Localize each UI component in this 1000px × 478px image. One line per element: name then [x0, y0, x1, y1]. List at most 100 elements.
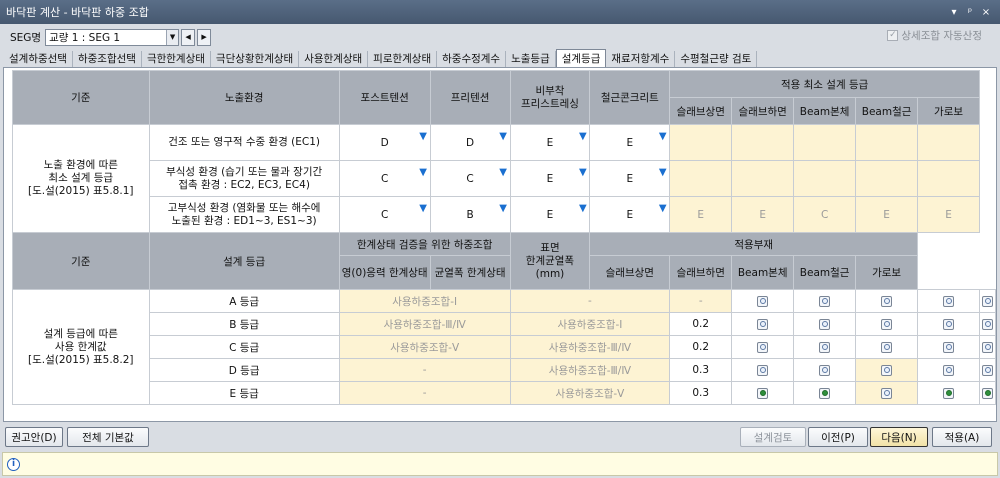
radio-button[interactable]	[757, 387, 769, 399]
exposure-env-label: 고부식성 환경 (염화물 또는 해수에 노출된 환경 : ED1~3, ES1~…	[148, 196, 340, 233]
radio-button[interactable]	[819, 387, 831, 399]
member-grade-radio-cell	[731, 381, 795, 405]
member-grade-radio-cell	[793, 289, 857, 313]
grade-select-post[interactable]: D ▼	[338, 124, 431, 161]
radio-button[interactable]	[943, 364, 955, 376]
grade-select-post[interactable]: C ▼	[338, 196, 431, 233]
tab-3[interactable]: 극한한계상태	[142, 51, 211, 67]
radio-button[interactable]	[819, 341, 831, 353]
radio-button[interactable]	[757, 318, 769, 330]
status-bar: i	[2, 452, 998, 476]
header-min-design-grade: 적용 최소 설계 등급	[669, 70, 980, 98]
crack-width-value[interactable]: 0.3	[669, 358, 733, 382]
seg-select[interactable]: 교량 1 : SEG 1 ▼	[45, 28, 180, 46]
member-grade-radio-cell	[793, 312, 857, 336]
radio-button[interactable]	[881, 341, 893, 353]
member-grade-radio-cell	[917, 358, 980, 382]
radio-button[interactable]	[943, 387, 955, 399]
tab-2[interactable]: 하중조합선택	[73, 51, 142, 67]
tab-6[interactable]: 피로한계상태	[368, 51, 438, 67]
apply-button[interactable]: 적용(A)	[932, 427, 992, 447]
radio-button[interactable]	[819, 295, 831, 307]
tab-8[interactable]: 노출등급	[506, 51, 556, 67]
grade-select-nonpre[interactable]: E ▼	[509, 196, 591, 233]
radio-button[interactable]	[982, 295, 993, 307]
radio-button[interactable]	[943, 295, 955, 307]
tab-11[interactable]: 수평철근량 검토	[675, 51, 758, 67]
design-grade-row: C 등급 사용하중조합-Ⅴ 사용하중조합-Ⅲ/Ⅳ 0.2	[13, 335, 996, 359]
crack-limit-combo: 사용하중조합-Ⅲ/Ⅳ	[509, 335, 671, 359]
crack-limit-combo: 사용하중조합-Ⅴ	[509, 381, 671, 405]
chevron-down-icon: ▼	[578, 131, 587, 142]
grade-select-pre[interactable]: D ▼	[429, 124, 511, 161]
tab-1[interactable]: 설계하중선택	[4, 51, 73, 67]
dropdown-icon[interactable]: ▾	[946, 7, 962, 18]
radio-button[interactable]	[819, 364, 831, 376]
radio-button[interactable]	[881, 364, 893, 376]
header-load-combo: 한계상태 검증을 위한 하중조합	[338, 232, 511, 256]
member-grade-radio-cell	[793, 381, 857, 405]
grade-select-pre[interactable]: C ▼	[429, 160, 511, 197]
header-criteria-2: 기준	[12, 232, 150, 290]
radio-button[interactable]	[982, 387, 993, 399]
pin-icon[interactable]: ᵖ	[962, 7, 978, 18]
grade-select-rc[interactable]: E ▼	[589, 196, 671, 233]
member-grade-radio-cell	[855, 312, 919, 336]
recommend-button[interactable]: 권고안(D)	[5, 427, 63, 447]
chevron-down-icon: ▼	[499, 131, 507, 142]
tab-strip: 설계하중선택 하중조합선택 극한한계상태 극단상황한계상태 사용한계상태 피로한계상태 하중…	[4, 49, 758, 67]
header-pre-tension: 프리텐션	[429, 70, 511, 125]
zero-stress-combo: -	[338, 358, 511, 382]
tab-7[interactable]: 하중수정계수	[437, 51, 507, 67]
chevron-down-icon: ▼	[578, 203, 587, 214]
radio-button[interactable]	[982, 364, 993, 376]
min-grade-cell: E	[731, 196, 795, 233]
header-member-5: 가로보	[917, 97, 980, 125]
grade-select-nonpre[interactable]: E ▼	[509, 124, 591, 161]
grade-select-value: E	[546, 136, 554, 149]
crack-width-value[interactable]: 0.2	[669, 312, 733, 336]
header-exposure-env: 노출환경	[148, 70, 340, 125]
seg-next-button[interactable]: ▶	[197, 28, 212, 46]
chevron-down-icon: ▼	[419, 203, 427, 214]
seg-select-value: 교량 1 : SEG 1	[49, 31, 121, 44]
next-button[interactable]: 다음(N)	[870, 427, 928, 447]
grade-select-post[interactable]: C ▼	[338, 160, 431, 197]
member-grade-radio-cell	[979, 358, 996, 382]
radio-button[interactable]	[881, 387, 893, 399]
auto-detail-checkbox[interactable]: ✓ 상세조합 자동산정	[887, 28, 982, 43]
member-grade-radio-cell	[979, 312, 996, 336]
seg-prev-button[interactable]: ◀	[181, 28, 196, 46]
grade-select-nonpre[interactable]: E ▼	[509, 160, 591, 197]
radio-button[interactable]	[982, 341, 993, 353]
radio-button[interactable]	[943, 318, 955, 330]
member-grade-radio-cell	[979, 381, 996, 405]
grade-select-rc[interactable]: E ▼	[589, 160, 671, 197]
header-post-tension: 포스트텐션	[338, 70, 431, 125]
radio-button[interactable]	[881, 318, 893, 330]
grade-select-value: E	[626, 136, 634, 149]
crack-width-value[interactable]: 0.3	[669, 381, 733, 405]
radio-button[interactable]	[982, 318, 993, 330]
radio-button[interactable]	[757, 341, 769, 353]
radio-button[interactable]	[881, 295, 893, 307]
close-icon[interactable]: ×	[978, 7, 994, 18]
radio-button[interactable]	[819, 318, 831, 330]
prev-button[interactable]: 이전(P)	[808, 427, 868, 447]
design-check-button[interactable]: 설계검토	[740, 427, 806, 447]
radio-button[interactable]	[943, 341, 955, 353]
radio-button[interactable]	[757, 295, 769, 307]
tab-5[interactable]: 사용한계상태	[299, 51, 369, 67]
button-bar: 권고안(D) 전체 기본값 설계검토 이전(P) 다음(N) 적용(A)	[0, 424, 1000, 450]
crack-width-value[interactable]: 0.2	[669, 335, 733, 359]
grade-select-value: D	[466, 136, 475, 149]
tab-4[interactable]: 극단상황한계상태	[211, 51, 300, 67]
all-default-button[interactable]: 전체 기본값	[67, 427, 149, 447]
member-grade-radio-cell	[855, 358, 919, 382]
tab-9[interactable]: 설계등급	[555, 49, 607, 67]
grade-select-pre[interactable]: B ▼	[429, 196, 511, 233]
grade-select-rc[interactable]: E ▼	[589, 124, 671, 161]
zero-stress-combo: -	[338, 381, 511, 405]
radio-button[interactable]	[757, 364, 769, 376]
tab-10[interactable]: 재료저항계수	[606, 51, 676, 67]
